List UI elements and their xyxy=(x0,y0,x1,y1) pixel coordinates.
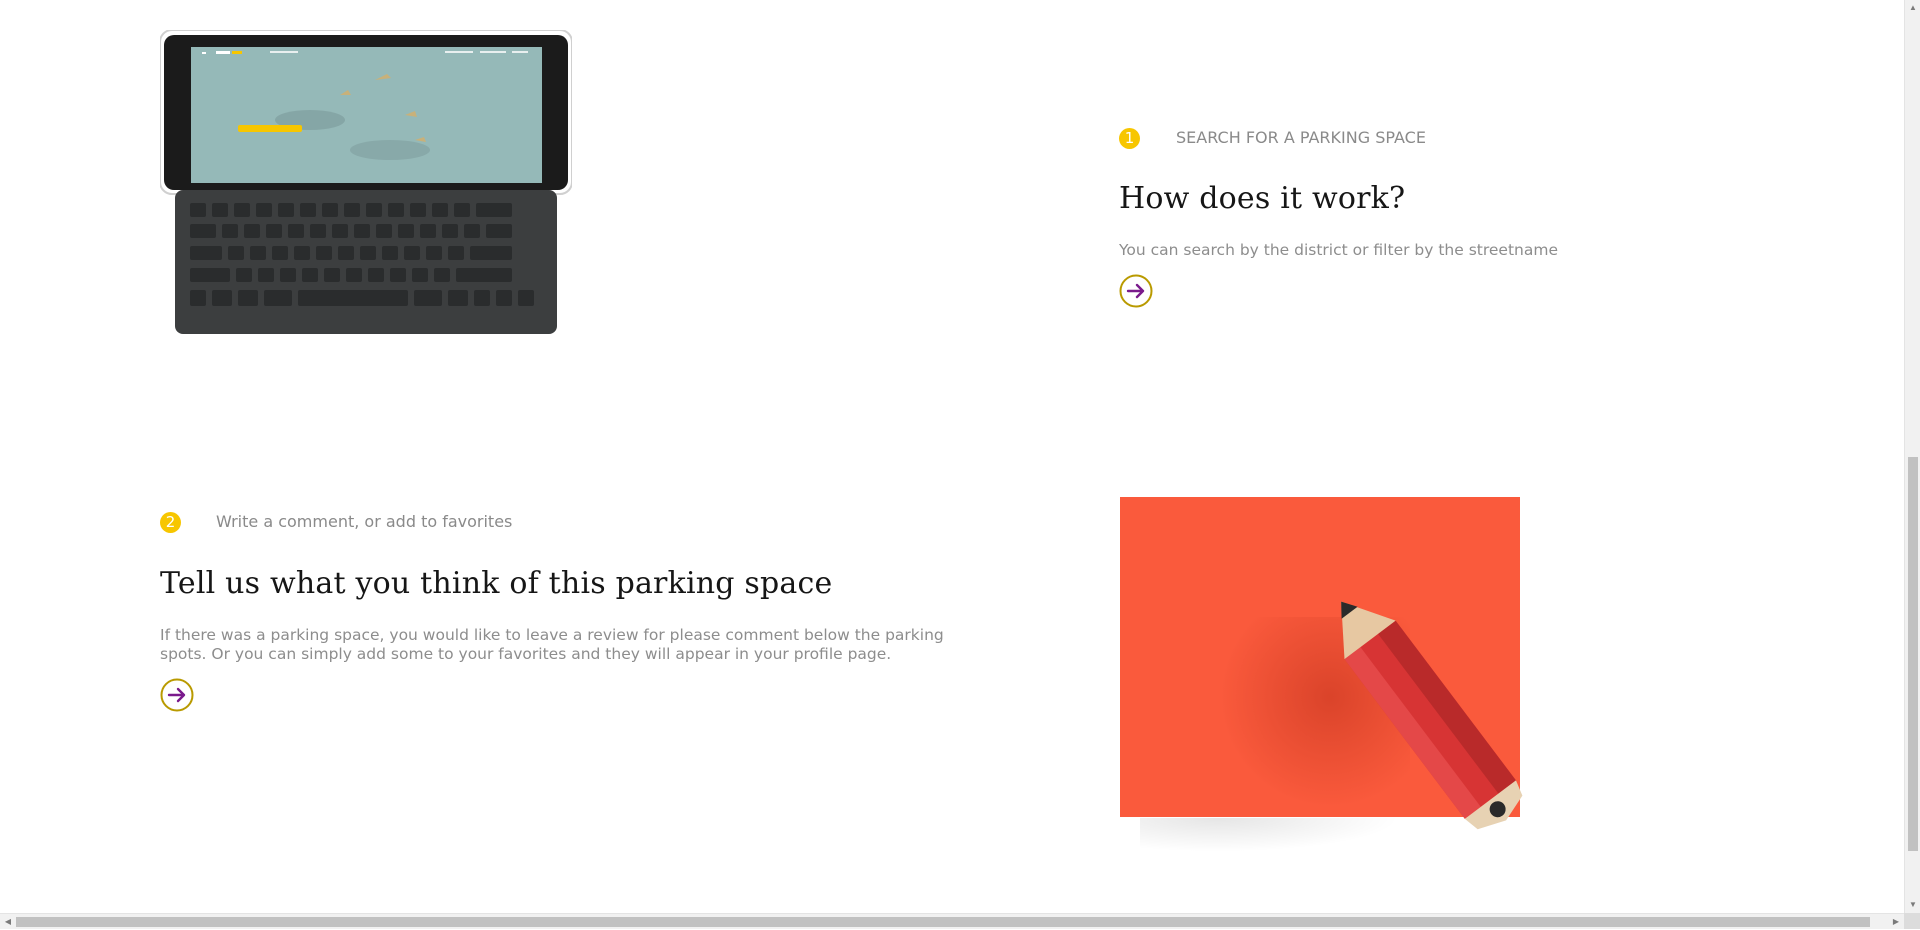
horizontal-scroll-thumb[interactable] xyxy=(16,917,1870,927)
step-1-label: SEARCH FOR A PARKING SPACE xyxy=(1176,128,1426,147)
section-2-description-line-2: spots. Or you can simply add some to you… xyxy=(160,645,892,663)
step-2-label: Write a comment, or add to favorites xyxy=(216,512,513,531)
scroll-left-arrow-icon[interactable]: ◀ xyxy=(0,914,16,930)
scroll-down-arrow-icon[interactable]: ▼ xyxy=(1905,897,1920,913)
section-1-title: How does it work? xyxy=(1119,181,1406,216)
vertical-scroll-thumb[interactable] xyxy=(1908,457,1918,851)
scroll-up-arrow-icon[interactable]: ▲ xyxy=(1905,0,1920,16)
tablet-keyboard-image xyxy=(160,30,572,334)
arrow-right-circle-icon[interactable] xyxy=(1119,274,1153,308)
page: 1 SEARCH FOR A PARKING SPACE How does it… xyxy=(0,0,1904,913)
horizontal-scrollbar[interactable]: ◀ ▶ xyxy=(0,913,1904,929)
scrollbar-corner xyxy=(1904,913,1920,929)
arrow-right-circle-icon[interactable] xyxy=(160,678,194,712)
section-1-description: You can search by the district or filter… xyxy=(1119,241,1558,259)
vertical-scrollbar[interactable]: ▲ ▼ xyxy=(1904,0,1920,913)
section-2-description-line-1: If there was a parking space, you would … xyxy=(160,626,944,644)
section-2-title: Tell us what you think of this parking s… xyxy=(160,566,833,601)
step-1-badge: 1 xyxy=(1119,128,1140,149)
step-2-badge: 2 xyxy=(160,512,181,533)
scroll-right-arrow-icon[interactable]: ▶ xyxy=(1888,914,1904,930)
pencil-image xyxy=(1341,601,1523,830)
section-2-description: If there was a parking space, you would … xyxy=(160,626,990,664)
